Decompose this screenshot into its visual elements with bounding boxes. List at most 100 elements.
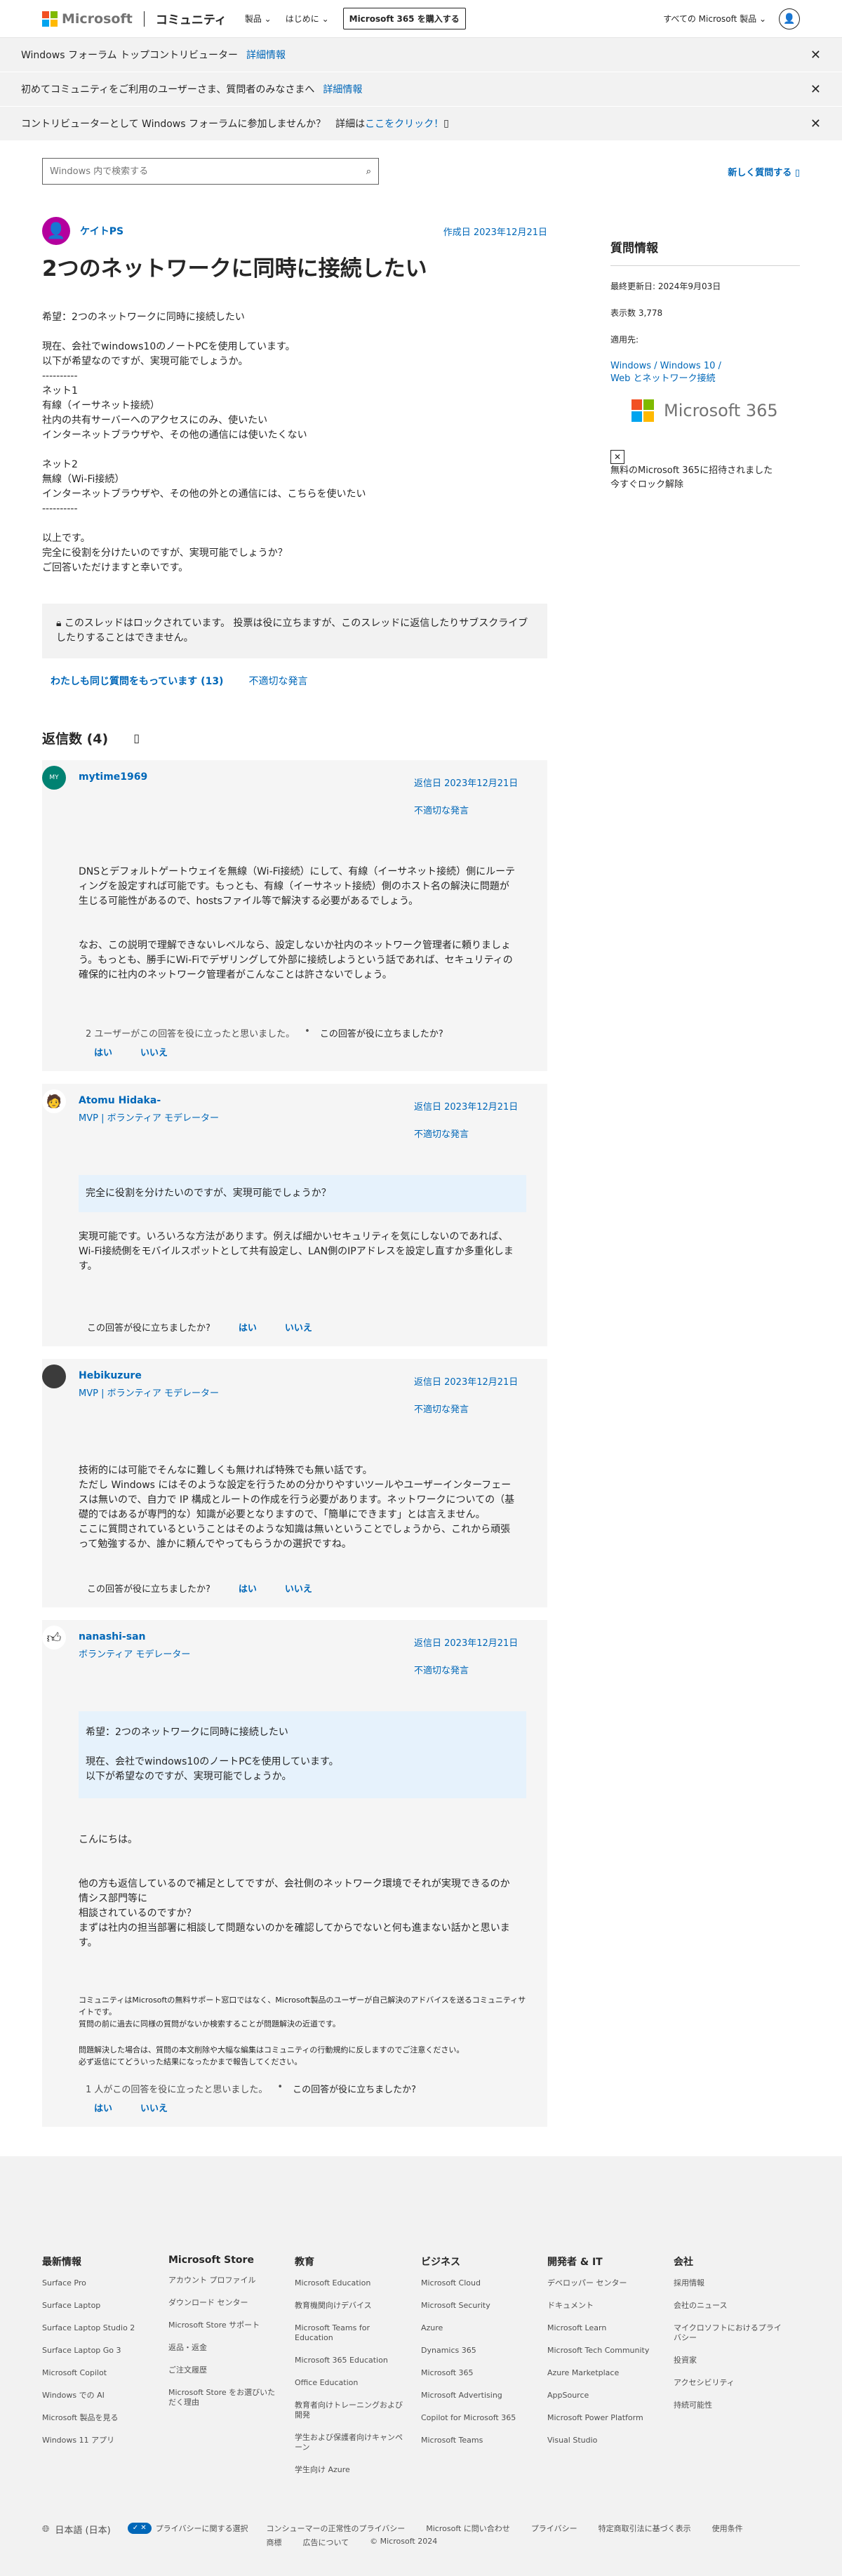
footer-link[interactable]: 会社のニュース bbox=[674, 2301, 800, 2311]
reply-author-role[interactable]: MVP | ボランティア モデレーター bbox=[79, 1110, 219, 1124]
same-question-button[interactable]: わたしも同じ質問をもっています (13) bbox=[51, 674, 223, 688]
reply-date[interactable]: 返信日 2023年12月21日 bbox=[414, 1099, 526, 1113]
applies-to-links[interactable]: Windows / Windows 10 / Web とネットワーク接続 bbox=[610, 360, 800, 385]
reply-date[interactable]: 返信日 2023年12月21日 bbox=[414, 1635, 526, 1649]
reply-author[interactable]: mytime1969 bbox=[79, 767, 147, 783]
footer-bottom-link[interactable]: 広告について bbox=[302, 2537, 349, 2548]
footer-link[interactable]: 採用情報 bbox=[674, 2278, 800, 2288]
helpful-yes-button[interactable]: はい bbox=[94, 1045, 112, 1058]
footer-link[interactable]: ご注文履歴 bbox=[168, 2365, 295, 2375]
search-input[interactable] bbox=[50, 166, 366, 177]
footer-link[interactable]: デベロッパー センター bbox=[547, 2278, 674, 2288]
footer-link[interactable]: Microsoft Security bbox=[421, 2301, 547, 2311]
footer-link[interactable]: Microsoft Tech Community bbox=[547, 2346, 674, 2356]
footer-link[interactable]: アクセシビリティ bbox=[674, 2378, 800, 2388]
footer-link[interactable]: 返品・返金 bbox=[168, 2343, 295, 2353]
report-link[interactable]: 不適切な発言 bbox=[248, 674, 307, 688]
footer-link[interactable]: Surface Laptop bbox=[42, 2301, 168, 2311]
footer-bottom-link[interactable]: プライバシー bbox=[531, 2523, 577, 2534]
footer-link[interactable]: Surface Laptop Studio 2 bbox=[42, 2323, 168, 2333]
account-icon[interactable]: 👤 bbox=[779, 8, 800, 29]
helpful-no-button[interactable]: いいえ bbox=[140, 1045, 168, 1058]
banner-details-link[interactable]: 詳細情報 bbox=[246, 48, 286, 62]
footer-link[interactable]: Microsoft 365 Education bbox=[295, 2356, 421, 2365]
footer-bottom-link[interactable]: 使用条件 bbox=[712, 2523, 743, 2534]
helpful-no-button[interactable]: いいえ bbox=[285, 1320, 312, 1334]
footer-link[interactable]: Microsoft Education bbox=[295, 2278, 421, 2288]
reply-author[interactable]: nanashi-san bbox=[79, 1627, 145, 1642]
footer-link[interactable]: 持続可能性 bbox=[674, 2401, 800, 2410]
footer-link[interactable]: ドキュメント bbox=[547, 2301, 674, 2311]
report-link[interactable]: 不適切な発言 bbox=[414, 1127, 526, 1140]
nav-getting-started[interactable]: はじめに ⌄ bbox=[286, 13, 329, 25]
footer-link[interactable]: Windows での AI bbox=[42, 2391, 168, 2401]
reply-date[interactable]: 返信日 2023年12月21日 bbox=[414, 1374, 526, 1388]
footer-link[interactable]: 教育者向けトレーニングおよび開発 bbox=[295, 2401, 421, 2420]
reply-author[interactable]: Hebikuzure bbox=[79, 1366, 142, 1381]
footer-link[interactable]: Visual Studio bbox=[547, 2436, 674, 2445]
footer-link[interactable]: Microsoft Teams bbox=[421, 2436, 547, 2445]
footer-link[interactable]: Microsoft 製品を見る bbox=[42, 2413, 168, 2423]
close-icon[interactable]: ✕ bbox=[810, 48, 821, 62]
footer-link[interactable]: Microsoft Learn bbox=[547, 2323, 674, 2333]
search-icon[interactable]: ⌕ bbox=[366, 166, 371, 177]
helpful-no-button[interactable]: いいえ bbox=[140, 2101, 168, 2114]
sort-icon[interactable]: ▯ bbox=[133, 731, 140, 745]
footer-bottom-link[interactable]: © Microsoft 2024 bbox=[370, 2537, 437, 2548]
footer-link[interactable]: Azure Marketplace bbox=[547, 2368, 674, 2378]
footer-link[interactable]: Office Education bbox=[295, 2378, 421, 2388]
microsoft-logo[interactable]: Microsoft bbox=[42, 11, 133, 27]
footer-link[interactable]: Microsoft 365 bbox=[421, 2368, 547, 2378]
footer-bottom-link[interactable]: 商標 bbox=[266, 2537, 281, 2548]
footer-link[interactable]: 投資家 bbox=[674, 2356, 800, 2365]
privacy-choices-link[interactable]: ✓ ✕ プライバシーに関する選択 bbox=[127, 2523, 248, 2534]
banner-click-here-link[interactable]: ここをクリック！ bbox=[365, 117, 443, 131]
footer-link[interactable]: Microsoft Power Platform bbox=[547, 2413, 674, 2423]
footer-bottom-link[interactable]: 特定商取引法に基づく表示 bbox=[599, 2523, 691, 2534]
footer-link[interactable]: アカウント プロファイル bbox=[168, 2276, 295, 2285]
question-author[interactable]: ケイトPS bbox=[80, 224, 123, 238]
footer-link[interactable]: Microsoft Cloud bbox=[421, 2278, 547, 2288]
nav-products[interactable]: 製品 ⌄ bbox=[245, 13, 272, 25]
footer-link[interactable]: マイクロソフトにおけるプライバシー bbox=[674, 2323, 800, 2343]
reply-author[interactable]: Atomu Hidaka- bbox=[79, 1091, 161, 1106]
helpful-yes-button[interactable]: はい bbox=[94, 2101, 112, 2114]
footer-link[interactable]: Microsoft Copilot bbox=[42, 2368, 168, 2378]
footer-link[interactable]: Surface Laptop Go 3 bbox=[42, 2346, 168, 2356]
footer-link[interactable]: ダウンロード センター bbox=[168, 2298, 295, 2308]
language-selector[interactable]: 🌐︎ 日本語 (日本) bbox=[42, 2523, 111, 2536]
question-date[interactable]: 作成日 2023年12月21日 bbox=[443, 225, 547, 238]
footer-link[interactable]: Microsoft Teams for Education bbox=[295, 2323, 421, 2343]
footer-link[interactable]: Windows 11 アプリ bbox=[42, 2436, 168, 2445]
footer-bottom-link[interactable]: コンシューマーの正常性のプライバシー bbox=[266, 2523, 405, 2534]
close-icon[interactable]: ✕ bbox=[810, 82, 821, 97]
report-link[interactable]: 不適切な発言 bbox=[414, 803, 526, 816]
footer-link[interactable]: Azure bbox=[421, 2323, 547, 2333]
reply-date[interactable]: 返信日 2023年12月21日 bbox=[414, 776, 526, 789]
footer-bottom-link[interactable]: Microsoft に問い合わせ bbox=[426, 2523, 510, 2534]
helpful-yes-button[interactable]: はい bbox=[239, 1320, 257, 1334]
report-link[interactable]: 不適切な発言 bbox=[414, 1402, 526, 1415]
buy-m365-button[interactable]: Microsoft 365 を購入する bbox=[342, 8, 466, 29]
footer-link[interactable]: 学生向け Azure bbox=[295, 2465, 421, 2475]
unlock-link[interactable]: 今すぐロック解除 bbox=[610, 479, 683, 490]
report-link[interactable]: 不適切な発言 bbox=[414, 1663, 526, 1676]
reply-author-role[interactable]: ボランティア モデレーター bbox=[79, 1647, 190, 1660]
footer-link[interactable]: 教育機関向けデバイス bbox=[295, 2301, 421, 2311]
footer-link[interactable]: Surface Pro bbox=[42, 2278, 168, 2288]
new-question-link[interactable]: 新しく質問する ▯ bbox=[728, 165, 800, 178]
footer-link[interactable]: 学生および保護者向けキャンペーン bbox=[295, 2433, 421, 2452]
site-name[interactable]: コミュニティ bbox=[156, 10, 227, 27]
helpful-no-button[interactable]: いいえ bbox=[285, 1581, 312, 1595]
footer-link[interactable]: Microsoft Advertising bbox=[421, 2391, 547, 2401]
close-icon[interactable]: ✕ bbox=[810, 117, 821, 131]
m365-logo[interactable]: Microsoft 365 bbox=[632, 399, 800, 422]
footer-link[interactable]: Copilot for Microsoft 365 bbox=[421, 2413, 547, 2423]
footer-link[interactable]: Microsoft Store サポート bbox=[168, 2321, 295, 2330]
reply-author-role[interactable]: MVP | ボランティア モデレーター bbox=[79, 1386, 219, 1399]
banner-details-link[interactable]: 詳細情報 bbox=[323, 82, 362, 96]
footer-link[interactable]: Dynamics 365 bbox=[421, 2346, 547, 2356]
footer-link[interactable]: AppSource bbox=[547, 2391, 674, 2401]
footer-link[interactable]: Microsoft Store をお選びいただく理由 bbox=[168, 2388, 295, 2408]
helpful-yes-button[interactable]: はい bbox=[239, 1581, 257, 1595]
